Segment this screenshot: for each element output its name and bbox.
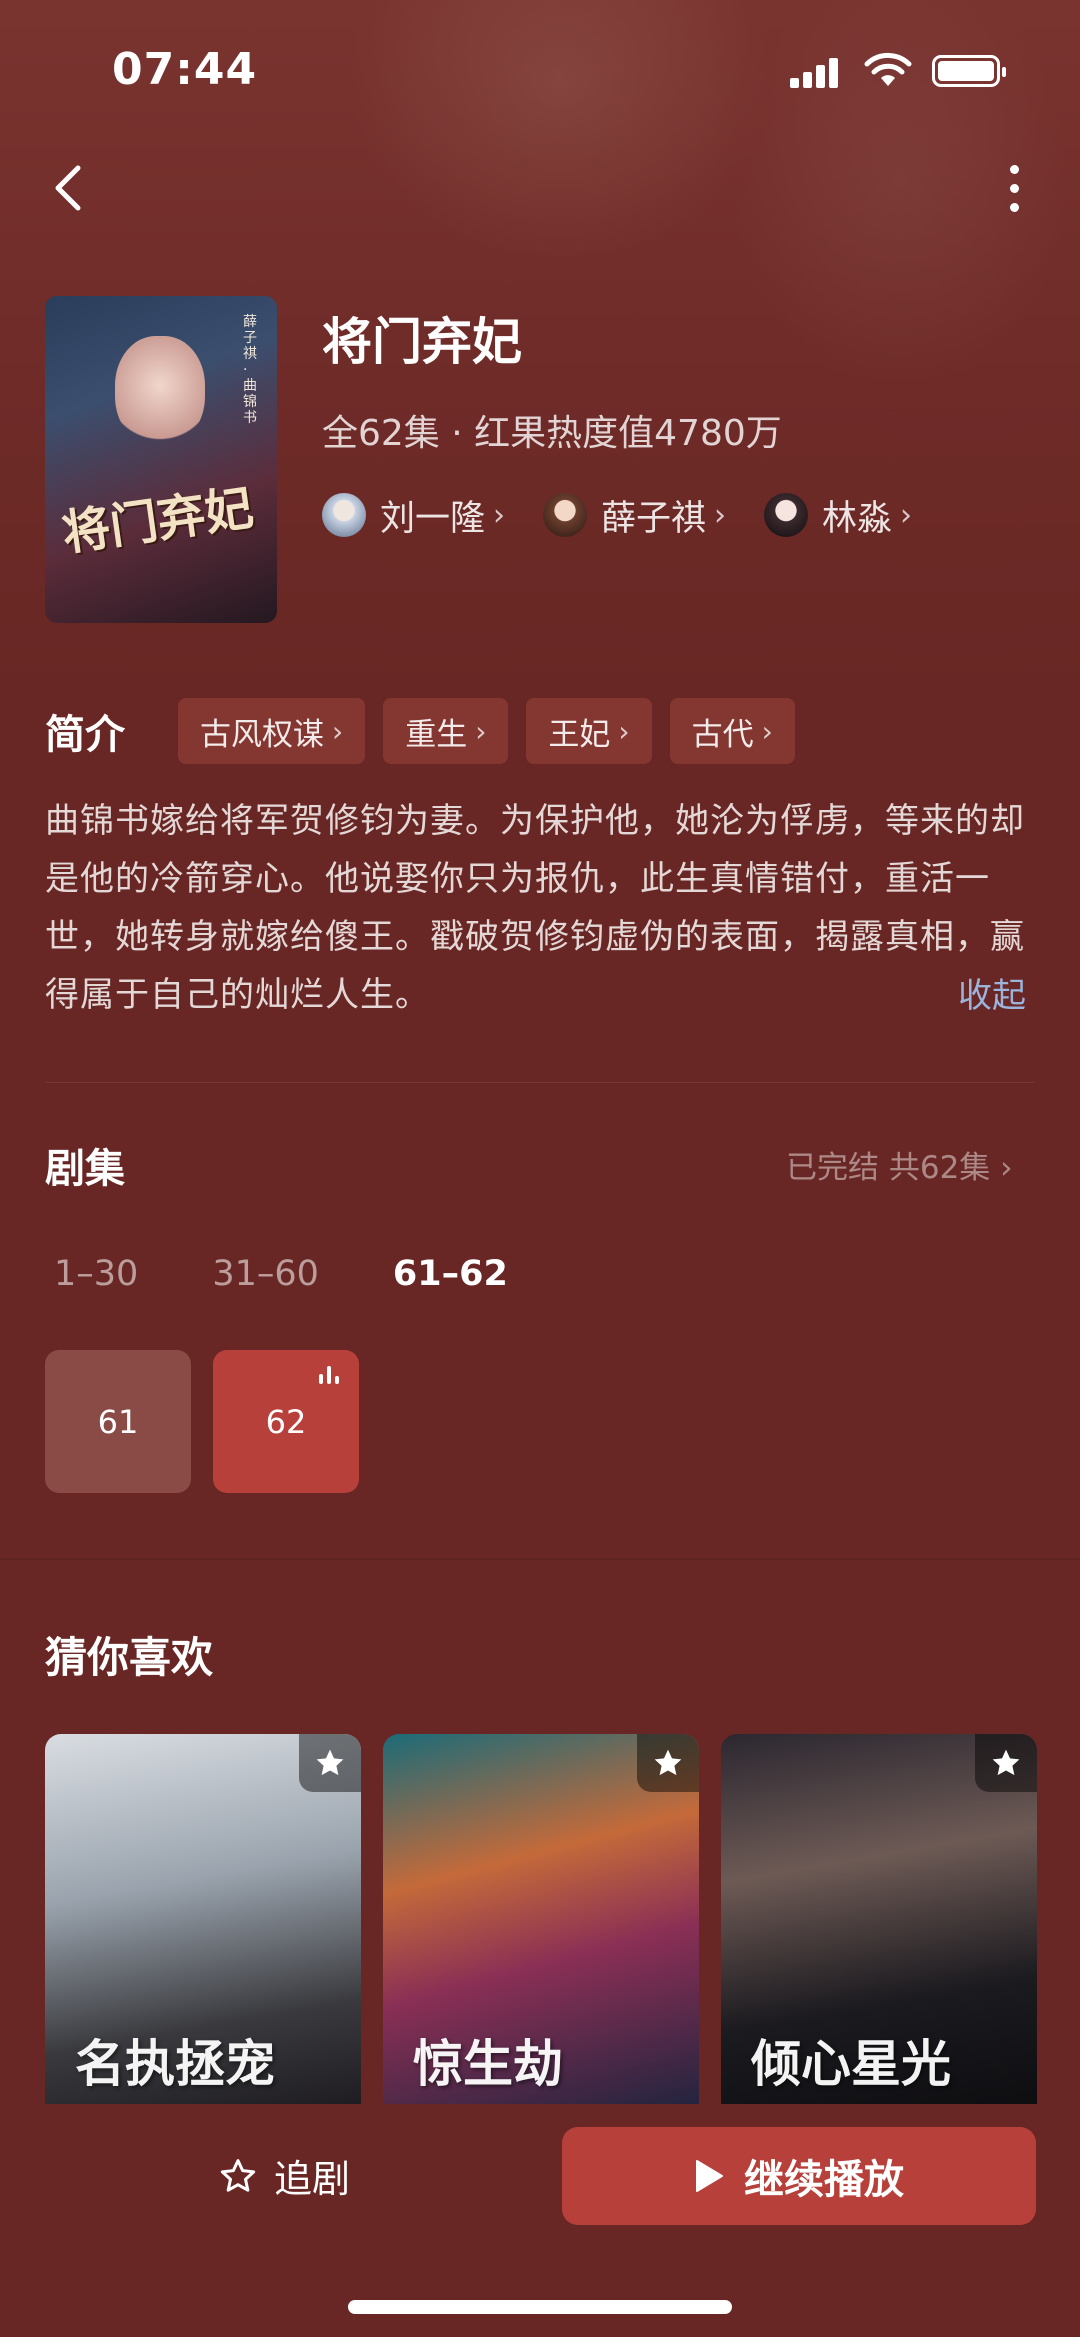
chevron-right-icon: › xyxy=(475,714,487,748)
collapse-button[interactable]: 收起 xyxy=(958,968,1026,1017)
tag-label: 古风权谋 xyxy=(200,716,324,753)
tag-label: 重生 xyxy=(405,716,468,753)
follow-button[interactable]: 追剧 xyxy=(218,2148,350,2203)
episode-number: 62 xyxy=(265,1402,307,1441)
star-icon[interactable] xyxy=(975,1734,1037,1792)
tag-label: 古代 xyxy=(691,716,754,753)
drama-poster[interactable]: 薛子祺·曲锦书 将门弃妃 xyxy=(45,296,277,623)
avatar xyxy=(543,493,588,537)
poster-figure xyxy=(115,336,205,446)
range-tab-active[interactable]: 61–62 xyxy=(393,1254,508,1294)
intro-description: 曲锦书嫁给将军贺修钧为妻。为保护他，她沦为俘虏，等来的却是他的冷箭穿心。他说娶你… xyxy=(45,801,1025,1015)
battery-icon xyxy=(932,55,1006,87)
star-icon[interactable] xyxy=(637,1734,699,1792)
poster-title: 将门弃妃 xyxy=(58,479,257,563)
cast-item[interactable]: 薛子祺 › xyxy=(543,490,726,541)
cast-name: 薛子祺 xyxy=(601,498,707,539)
chevron-right-icon: › xyxy=(1000,1150,1013,1186)
divider xyxy=(45,1082,1035,1083)
recommend-card[interactable]: 倾心星光 xyxy=(721,1734,1037,2106)
intro-heading: 简介 xyxy=(45,712,125,758)
chevron-right-icon: › xyxy=(493,497,506,533)
tag-chip[interactable]: 古代 › xyxy=(669,698,795,764)
status-time: 07:44 xyxy=(112,44,258,95)
back-icon[interactable] xyxy=(40,158,100,218)
chevron-right-icon: › xyxy=(714,497,727,533)
episodes-status-text: 已完结 共62集 xyxy=(786,1150,991,1186)
recommend-title: 倾心星光 xyxy=(751,2034,951,2093)
episode-button[interactable]: 61 xyxy=(45,1350,191,1493)
recommend-card[interactable]: 名执拯宠 xyxy=(45,1734,361,2106)
tag-chip[interactable]: 重生 › xyxy=(383,698,509,764)
star-icon[interactable] xyxy=(299,1734,361,1792)
continue-play-button[interactable]: 继续播放 xyxy=(562,2127,1036,2225)
signal-icon xyxy=(790,58,840,88)
tag-chip[interactable]: 王妃 › xyxy=(526,698,652,764)
tag-list: 古风权谋 › 重生 › 王妃 › 古代 › xyxy=(178,698,813,764)
star-outline-icon xyxy=(220,2158,256,2192)
poster-side-text: 薛子祺·曲锦书 xyxy=(243,314,257,426)
cast-name: 林淼 xyxy=(822,498,893,539)
recommend-heading: 猜你喜欢 xyxy=(45,1633,214,1682)
section-divider xyxy=(0,1558,1080,1560)
recommend-title: 名执拯宠 xyxy=(75,2034,275,2093)
playing-indicator-icon xyxy=(319,1366,341,1384)
chevron-right-icon: › xyxy=(332,714,344,748)
cast-name: 刘一隆 xyxy=(380,498,486,539)
wifi-icon xyxy=(864,52,912,86)
recommend-title: 惊生劫 xyxy=(413,2034,563,2093)
drama-title: 将门弃妃 xyxy=(322,313,522,371)
tag-label: 王妃 xyxy=(548,716,611,753)
episode-number: 61 xyxy=(97,1402,139,1441)
play-label: 继续播放 xyxy=(744,2157,904,2203)
episode-range-tabs: 1–30 31–60 61–62 xyxy=(54,1254,582,1294)
range-tab[interactable]: 31–60 xyxy=(212,1254,319,1294)
home-indicator[interactable] xyxy=(348,2300,732,2314)
follow-label: 追剧 xyxy=(274,2157,351,2201)
avatar xyxy=(322,493,366,537)
more-options-icon[interactable] xyxy=(996,160,1032,220)
cast-list: 刘一隆 › 薛子祺 › 林淼 › xyxy=(322,490,950,540)
cast-item[interactable]: 林淼 › xyxy=(764,490,912,541)
episode-button-playing[interactable]: 62 xyxy=(213,1350,359,1493)
play-icon xyxy=(696,2160,723,2192)
tag-chip[interactable]: 古风权谋 › xyxy=(178,698,366,764)
status-bar: 07:44 xyxy=(0,0,1080,140)
recommend-card[interactable]: 惊生劫 xyxy=(383,1734,699,2106)
range-tab[interactable]: 1–30 xyxy=(54,1254,138,1294)
episodes-heading: 剧集 xyxy=(45,1146,125,1192)
episodes-status[interactable]: 已完结 共62集 › xyxy=(786,1142,1013,1187)
chevron-right-icon: › xyxy=(761,714,773,748)
chevron-right-icon: › xyxy=(900,497,913,533)
avatar xyxy=(764,493,809,537)
cast-item[interactable]: 刘一隆 › xyxy=(322,490,505,541)
drama-meta: 全62集 · 红果热度值4780万 xyxy=(322,413,782,454)
chevron-right-icon: › xyxy=(618,714,630,748)
